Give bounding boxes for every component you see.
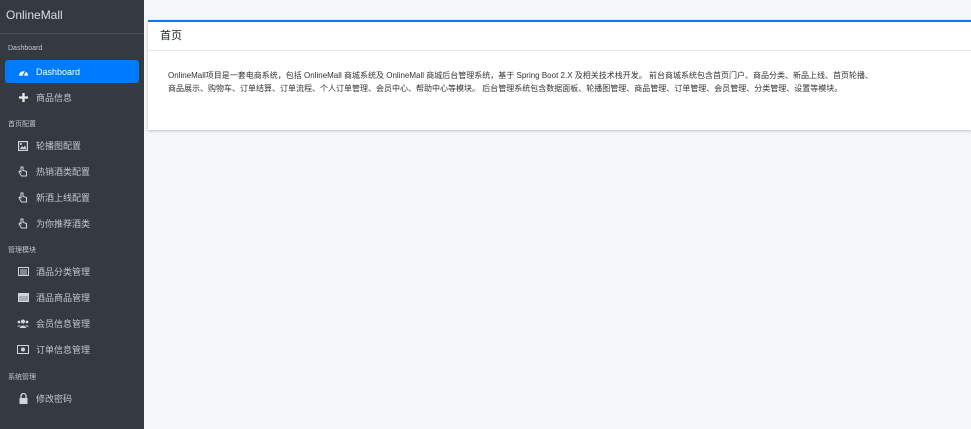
intro-card: 首页 OnlineMall项目是一套电商系统，包括 OnlineMall 商城系…	[148, 20, 971, 130]
sidebar-item-new-config[interactable]: 新酒上线配置	[5, 186, 139, 209]
sidebar-item-order-manage[interactable]: 订单信息管理	[5, 338, 139, 361]
sidebar-item-goods-manage[interactable]: 酒品商品管理	[5, 286, 139, 309]
sidebar: OnlineMall Dashboard Dashboard 商品信息 首页配置…	[0, 0, 144, 429]
sidebar-item-label: 商品信息	[36, 93, 73, 103]
sidebar-item-label: 热销酒类配置	[36, 167, 91, 177]
card-title: 首页	[148, 22, 971, 51]
brand-logo[interactable]: OnlineMall	[0, 0, 144, 34]
sidebar-item-category-manage[interactable]: 酒品分类管理	[5, 260, 139, 283]
box-icon	[17, 293, 29, 302]
sidebar-item-products[interactable]: 商品信息	[5, 86, 139, 109]
sidebar-item-label: 酒品商品管理	[36, 293, 91, 303]
sidebar-item-member-manage[interactable]: 会员信息管理	[5, 312, 139, 335]
hand-pointer-icon	[17, 218, 29, 229]
sidebar-item-carousel-config[interactable]: 轮播图配置	[5, 134, 139, 157]
sidebar-item-label: 为你推荐酒类	[36, 219, 91, 229]
list-icon	[17, 267, 29, 276]
sidebar-item-label: 轮播图配置	[36, 141, 82, 151]
sidebar-item-dashboard[interactable]: Dashboard	[5, 60, 139, 83]
section-label-system: 系统管理	[8, 374, 36, 381]
sidebar-item-label: 会员信息管理	[36, 319, 91, 329]
description-line: OnlineMall项目是一套电商系统，包括 OnlineMall 商城系统及 …	[168, 71, 873, 80]
sidebar-item-label: Dashboard	[36, 66, 81, 77]
money-icon	[17, 345, 29, 354]
description-line: 商品展示、购物车、订单结算、订单流程、个人订单管理、会员中心、帮助中心等模块。 …	[168, 84, 843, 93]
sidebar-item-label: 修改密码	[36, 394, 73, 404]
hand-pointer-icon	[17, 166, 29, 177]
dashboard-icon	[17, 67, 29, 77]
card-body: OnlineMall项目是一套电商系统，包括 OnlineMall 商城系统及 …	[148, 51, 971, 95]
hand-pointer-icon	[17, 192, 29, 203]
section-label-dashboard: Dashboard	[8, 45, 43, 52]
lock-icon	[17, 393, 29, 404]
section-label-management: 管理模块	[8, 247, 36, 254]
sidebar-item-label: 订单信息管理	[36, 345, 91, 355]
image-icon	[17, 140, 29, 151]
sidebar-item-label: 新酒上线配置	[36, 193, 91, 203]
sidebar-item-hot-config[interactable]: 热销酒类配置	[5, 160, 139, 183]
sidebar-item-recommend-config[interactable]: 为你推荐酒类	[5, 212, 139, 235]
plus-icon	[17, 93, 29, 102]
sidebar-item-label: 酒品分类管理	[36, 267, 91, 277]
users-icon	[17, 319, 29, 328]
main-content: 首页 OnlineMall项目是一套电商系统，包括 OnlineMall 商城系…	[144, 0, 971, 429]
sidebar-item-change-password[interactable]: 修改密码	[5, 387, 139, 410]
section-label-home-config: 首页配置	[8, 121, 36, 128]
